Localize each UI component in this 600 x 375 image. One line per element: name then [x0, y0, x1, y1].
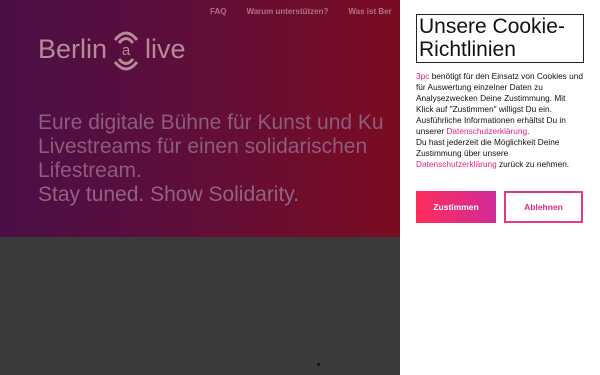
accept-button[interactable]: Zustimmen — [416, 191, 496, 223]
logo-text-middle: a — [122, 42, 131, 59]
privacy-policy-link-1[interactable]: Datenschutzerklärung — [446, 126, 527, 136]
cookie-consent-panel: Unsere Cookie-Richtlinien 3pc benötigt f… — [400, 0, 600, 375]
cookie-paragraph-1-end: . — [527, 126, 530, 136]
privacy-policy-link-2[interactable]: Datenschutzerklärung — [416, 159, 497, 169]
berlin-alive-logo[interactable]: Berlin a live — [38, 24, 186, 74]
cookie-text: 3pc benötigt für den Einsatz von Cookies… — [416, 71, 584, 170]
nav-link-what-is[interactable]: Was ist Ber — [348, 7, 391, 16]
nav-link-why-support[interactable]: Warum unterstützen? — [246, 7, 328, 16]
cookie-paragraph-2-end: zurück zu nehmen. — [496, 159, 570, 169]
brand-link[interactable]: 3pc — [416, 71, 429, 81]
nav-link-faq[interactable]: FAQ — [210, 7, 226, 16]
cookie-paragraph-2: Du hast jederzeit die Möglichkeit Deine … — [416, 137, 560, 158]
top-navigation: FAQ Warum unterstützen? Was ist Ber — [210, 7, 392, 16]
dot-marker — [317, 363, 320, 366]
logo-text-left: Berlin — [38, 33, 108, 64]
decline-button[interactable]: Ablehnen — [504, 191, 583, 223]
cookie-buttons: Zustimmen Ablehnen — [416, 191, 584, 223]
logo-text-right: live — [145, 33, 186, 64]
cookie-title: Unsere Cookie-Richtlinien — [416, 14, 584, 63]
broadcast-icon: a — [109, 24, 143, 74]
